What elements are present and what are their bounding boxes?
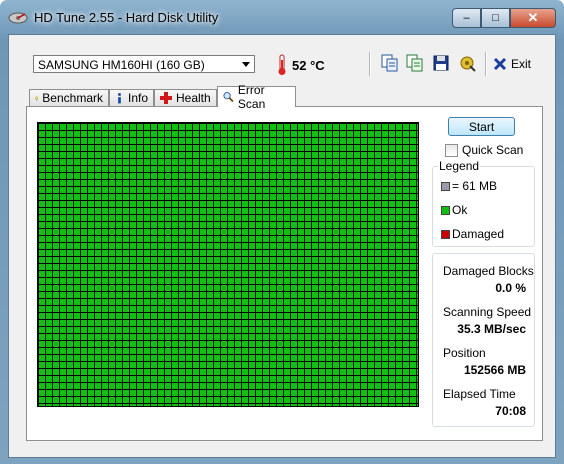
stats-group: Damaged Blocks 0.0 % Scanning Speed 35.3… xyxy=(432,253,535,427)
damaged-blocks-value: 0.0 % xyxy=(495,281,526,295)
tab-health[interactable]: Health xyxy=(154,89,217,106)
tab-label: Info xyxy=(127,91,148,105)
legend-item: Ok xyxy=(441,203,467,217)
copy-text-icon[interactable] xyxy=(381,54,399,72)
thermometer-icon xyxy=(278,54,286,75)
legend-group: Legend = 61 MB Ok Damaged xyxy=(432,159,535,247)
close-button[interactable]: ✕ xyxy=(510,8,556,28)
toolbar-separator xyxy=(369,52,371,76)
legend-label: Ok xyxy=(452,203,468,217)
drive-dropdown[interactable]: SAMSUNG HM160HI (160 GB) xyxy=(33,55,255,73)
block-map xyxy=(37,122,419,407)
scanning-speed-value: 35.3 MB/sec xyxy=(457,322,526,336)
quick-scan-option[interactable]: Quick Scan xyxy=(445,143,523,157)
position-value: 152566 MB xyxy=(463,363,526,377)
bulb-icon xyxy=(35,96,39,100)
quick-scan-checkbox[interactable] xyxy=(445,143,458,157)
tab-info[interactable]: Info xyxy=(109,89,154,106)
exit-label: Exit xyxy=(511,57,532,71)
exit-button[interactable]: Exit xyxy=(493,55,531,73)
tab-error-scan[interactable]: Error Scan xyxy=(217,83,296,111)
temperature-readout: 52 °C xyxy=(292,58,325,73)
tab-label: Benchmark xyxy=(42,91,103,105)
minimize-button[interactable]: – xyxy=(452,8,481,28)
maximize-button[interactable]: □ xyxy=(481,8,510,28)
window-controls: – □ ✕ xyxy=(452,8,556,28)
error-scan-panel: Start Quick Scan Legend = 61 MB Ok Damag… xyxy=(26,106,543,441)
elapsed-time-label: Elapsed Time xyxy=(443,387,516,401)
options-icon[interactable] xyxy=(458,54,476,72)
health-cross-icon xyxy=(160,92,172,104)
damaged-blocks-label: Damaged Blocks xyxy=(443,264,534,278)
client-area: SAMSUNG HM160HI (160 GB) 52 °C Exit Benc… xyxy=(8,34,556,458)
tab-benchmark[interactable]: Benchmark xyxy=(29,89,109,106)
app-icon xyxy=(8,12,28,24)
magnifier-icon xyxy=(223,92,234,103)
quick-scan-label: Quick Scan xyxy=(462,143,524,157)
info-icon xyxy=(118,92,121,103)
legend-item: = 61 MB xyxy=(441,179,497,193)
tab-label: Error Scan xyxy=(237,83,266,111)
title-bar[interactable]: HD Tune 2.55 - Hard Disk Utility – □ ✕ xyxy=(0,0,564,34)
exit-x-icon xyxy=(493,57,507,71)
legend-label: = 61 MB xyxy=(452,179,498,193)
scanning-speed-label: Scanning Speed xyxy=(443,305,532,319)
tab-label: Health xyxy=(176,91,211,105)
toolbar-separator xyxy=(485,52,487,76)
legend-title: Legend xyxy=(438,159,481,173)
position-label: Position xyxy=(443,346,486,360)
app-window: HD Tune 2.55 - Hard Disk Utility – □ ✕ S… xyxy=(0,0,564,464)
chevron-down-icon[interactable] xyxy=(242,62,250,67)
elapsed-time-value: 70:08 xyxy=(495,404,526,418)
window-title: HD Tune 2.55 - Hard Disk Utility xyxy=(34,10,219,25)
save-icon[interactable] xyxy=(432,54,450,72)
copy-info-icon[interactable] xyxy=(406,54,424,72)
legend-swatch xyxy=(441,205,450,215)
legend-label: Damaged xyxy=(452,227,505,241)
legend-swatch xyxy=(441,229,450,239)
legend-item: Damaged xyxy=(441,227,504,241)
start-button[interactable]: Start xyxy=(448,117,515,136)
drive-dropdown-value: SAMSUNG HM160HI (160 GB) xyxy=(38,58,205,72)
legend-swatch xyxy=(441,181,450,191)
